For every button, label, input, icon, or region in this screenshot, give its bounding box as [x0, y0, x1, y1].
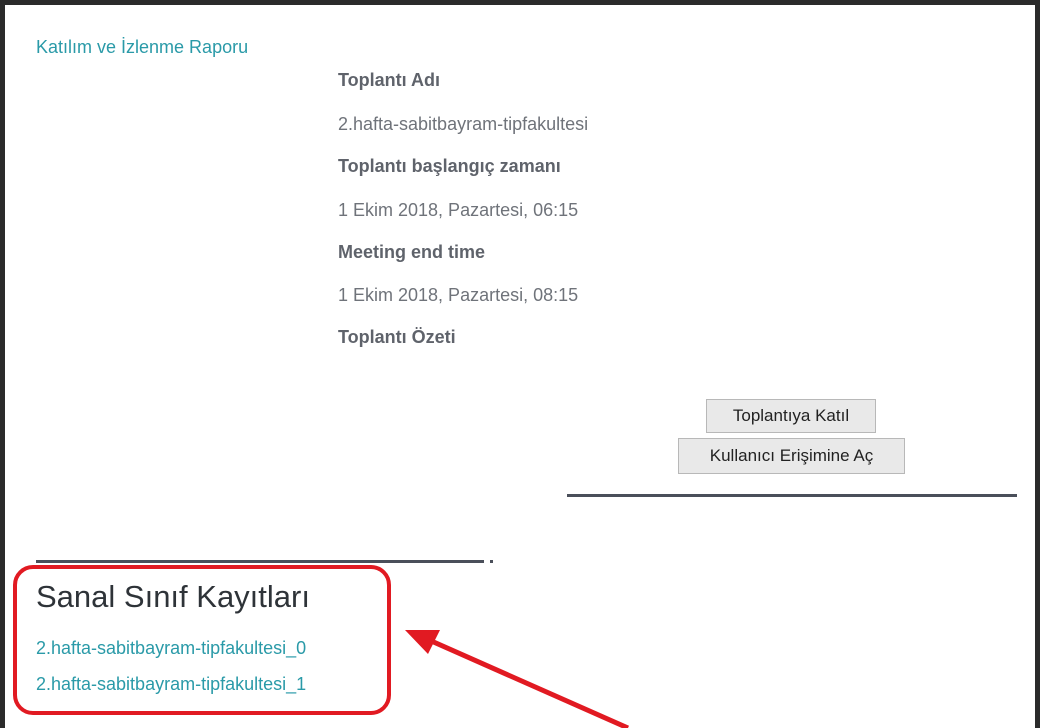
open-user-access-button[interactable]: Kullanıcı Erişimine Aç [678, 438, 905, 474]
meeting-summary-label: Toplantı Özeti [338, 327, 456, 347]
meeting-name-value: 2.hafta-sabitbayram-tipfakultesi [338, 114, 589, 134]
join-meeting-button[interactable]: Toplantıya Katıl [706, 399, 876, 433]
meeting-start-label: Toplantı başlangıç zamanı [338, 156, 561, 176]
divider-dot [490, 560, 493, 563]
attendance-report-link[interactable]: Katılım ve İzlenme Raporu [36, 37, 248, 58]
meeting-start-value: 1 Ekim 2018, Pazartesi, 06:15 [338, 200, 579, 220]
meeting-end-value: 1 Ekim 2018, Pazartesi, 08:15 [338, 285, 579, 305]
meeting-end-label: Meeting end time [338, 242, 486, 262]
meeting-name-label: Toplantı Adı [338, 70, 440, 90]
divider-right [567, 494, 1017, 497]
recordings-title: Sanal Sınıf Kayıtları [36, 579, 310, 614]
recording-link-1[interactable]: 2.hafta-sabitbayram-tipfakultesi_1 [36, 674, 306, 695]
divider-left [36, 560, 484, 563]
recording-link-0[interactable]: 2.hafta-sabitbayram-tipfakultesi_0 [36, 638, 306, 659]
